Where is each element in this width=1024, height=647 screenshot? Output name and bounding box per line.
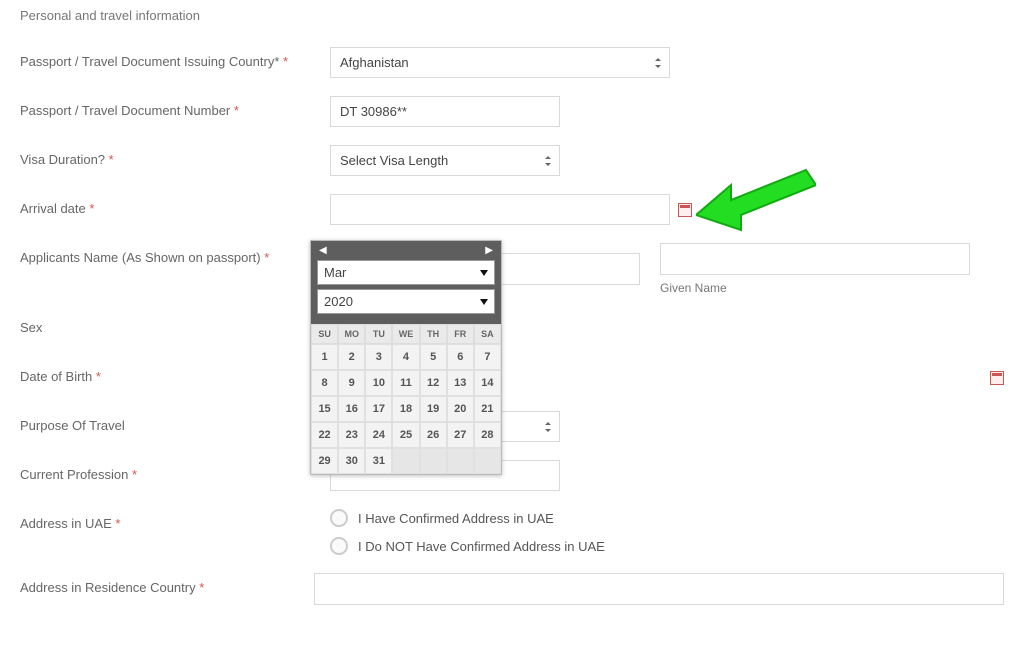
country-select[interactable]: Afghanistan bbox=[330, 47, 670, 78]
weekday-header: FR bbox=[447, 324, 474, 344]
label-profession: Current Profession * bbox=[20, 460, 330, 484]
label-visa: Visa Duration? * bbox=[20, 145, 330, 169]
day-cell[interactable]: 13 bbox=[447, 370, 474, 396]
calendar-icon[interactable] bbox=[678, 203, 692, 217]
radio-confirmed-address[interactable]: I Have Confirmed Address in UAE bbox=[330, 509, 605, 527]
day-cell[interactable]: 23 bbox=[338, 422, 365, 448]
radio-label: I Have Confirmed Address in UAE bbox=[358, 511, 554, 526]
radio-icon bbox=[330, 537, 348, 555]
label-address-res: Address in Residence Country * bbox=[20, 573, 314, 597]
calendar-icon[interactable] bbox=[990, 371, 1004, 385]
given-name-input[interactable] bbox=[660, 243, 970, 275]
month-select[interactable]: Mar bbox=[317, 260, 495, 285]
day-cell[interactable]: 24 bbox=[365, 422, 392, 448]
weekday-header: SA bbox=[474, 324, 501, 344]
year-select[interactable]: 2020 bbox=[317, 289, 495, 314]
weekday-header: TU bbox=[365, 324, 392, 344]
day-empty bbox=[392, 448, 419, 474]
label-country: Passport / Travel Document Issuing Count… bbox=[20, 47, 330, 71]
day-cell[interactable]: 30 bbox=[338, 448, 365, 474]
day-cell[interactable]: 20 bbox=[447, 396, 474, 422]
weekday-header: MO bbox=[338, 324, 365, 344]
day-cell[interactable]: 9 bbox=[338, 370, 365, 396]
day-cell[interactable]: 12 bbox=[420, 370, 447, 396]
day-cell[interactable]: 2 bbox=[338, 344, 365, 370]
day-cell[interactable]: 4 bbox=[392, 344, 419, 370]
label-purpose: Purpose Of Travel bbox=[20, 411, 330, 435]
day-empty bbox=[420, 448, 447, 474]
day-cell[interactable]: 8 bbox=[311, 370, 338, 396]
day-cell[interactable]: 14 bbox=[474, 370, 501, 396]
day-cell[interactable]: 19 bbox=[420, 396, 447, 422]
day-cell[interactable]: 6 bbox=[447, 344, 474, 370]
day-cell[interactable]: 26 bbox=[420, 422, 447, 448]
residence-address-input[interactable] bbox=[314, 573, 1004, 605]
day-cell[interactable]: 28 bbox=[474, 422, 501, 448]
day-cell[interactable]: 1 bbox=[311, 344, 338, 370]
label-doc-number: Passport / Travel Document Number * bbox=[20, 96, 330, 120]
day-cell[interactable]: 25 bbox=[392, 422, 419, 448]
label-sex: Sex bbox=[20, 313, 330, 337]
label-arrival: Arrival date * bbox=[20, 194, 330, 218]
day-cell[interactable]: 29 bbox=[311, 448, 338, 474]
weekday-header: SU bbox=[311, 324, 338, 344]
radio-label: I Do NOT Have Confirmed Address in UAE bbox=[358, 539, 605, 554]
pointer-arrow-icon bbox=[696, 165, 816, 235]
weekday-header: TH bbox=[420, 324, 447, 344]
day-cell[interactable]: 21 bbox=[474, 396, 501, 422]
day-cell[interactable]: 7 bbox=[474, 344, 501, 370]
day-cell[interactable]: 16 bbox=[338, 396, 365, 422]
visa-duration-select[interactable]: Select Visa Length bbox=[330, 145, 560, 176]
label-address-uae: Address in UAE * bbox=[20, 509, 330, 533]
day-cell[interactable]: 27 bbox=[447, 422, 474, 448]
arrival-date-input[interactable] bbox=[330, 194, 670, 225]
label-dob: Date of Birth * bbox=[20, 362, 292, 386]
day-empty bbox=[447, 448, 474, 474]
day-cell[interactable]: 17 bbox=[365, 396, 392, 422]
prev-month-button[interactable]: ◀ bbox=[319, 245, 327, 256]
given-name-label: Given Name bbox=[660, 281, 970, 295]
day-cell[interactable]: 11 bbox=[392, 370, 419, 396]
day-cell[interactable]: 31 bbox=[365, 448, 392, 474]
day-cell[interactable]: 5 bbox=[420, 344, 447, 370]
section-title: Personal and travel information bbox=[20, 8, 1004, 23]
datepicker: ◀ ▶ Mar 2020 SUMOTUWETHFRSA1234567891011… bbox=[310, 240, 502, 475]
weekday-header: WE bbox=[392, 324, 419, 344]
next-month-button[interactable]: ▶ bbox=[485, 245, 493, 256]
day-cell[interactable]: 18 bbox=[392, 396, 419, 422]
radio-not-confirmed-address[interactable]: I Do NOT Have Confirmed Address in UAE bbox=[330, 537, 605, 555]
day-cell[interactable]: 15 bbox=[311, 396, 338, 422]
day-cell[interactable]: 10 bbox=[365, 370, 392, 396]
day-cell[interactable]: 22 bbox=[311, 422, 338, 448]
radio-icon bbox=[330, 509, 348, 527]
doc-number-input[interactable] bbox=[330, 96, 560, 127]
label-applicant: Applicants Name (As Shown on passport) * bbox=[20, 243, 330, 267]
day-cell[interactable]: 3 bbox=[365, 344, 392, 370]
day-empty bbox=[474, 448, 501, 474]
